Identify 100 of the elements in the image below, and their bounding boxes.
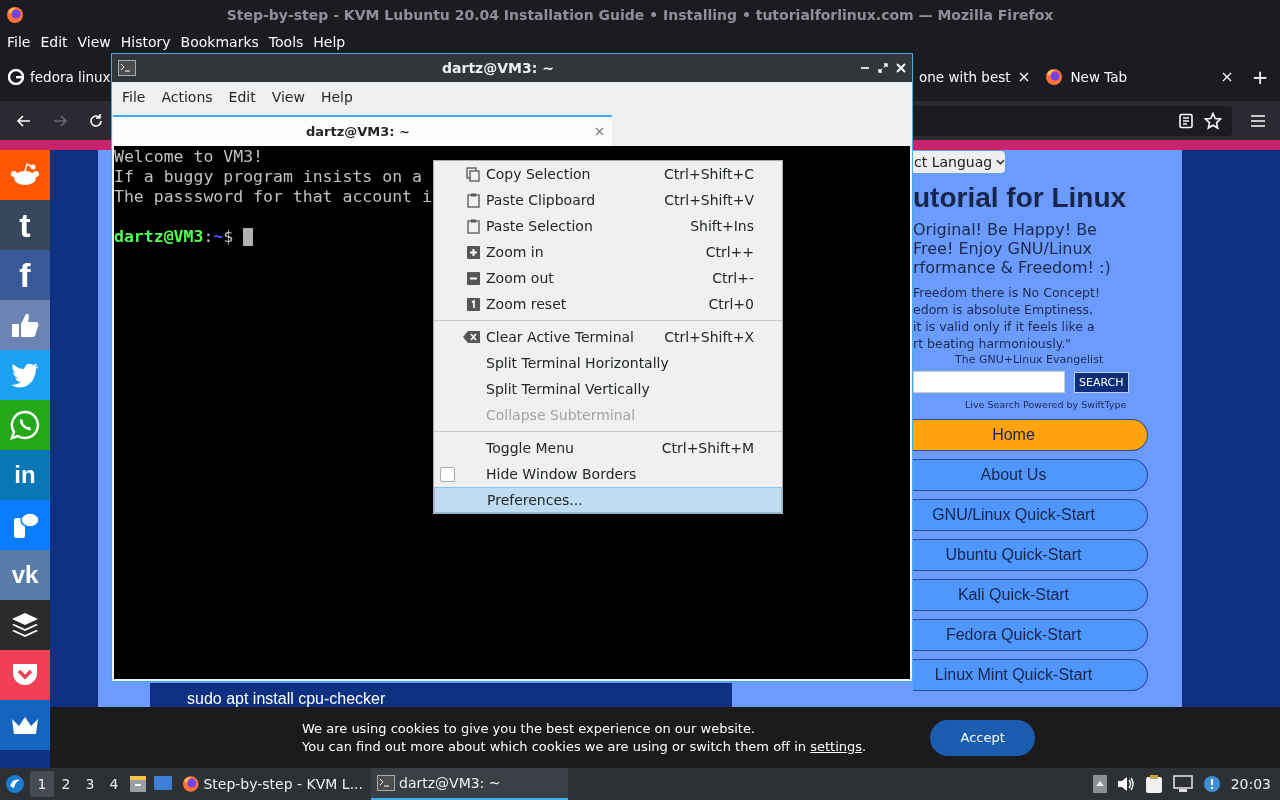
menu-item[interactable]: File [114, 89, 154, 105]
terminal-line: If a buggy program insists on a [114, 167, 422, 187]
menu-item[interactable]: Clear Active Terminal Ctrl+Shift+X [434, 324, 782, 350]
nav-button[interactable]: Home [913, 419, 1148, 451]
menu-item[interactable]: Toggle Menu Ctrl+Shift+M [434, 435, 782, 461]
share-button[interactable]: t [0, 200, 50, 250]
browser-tab[interactable]: fedora linux [0, 59, 111, 95]
taskbar-button[interactable]: dartz@VM3: ~ [371, 768, 568, 800]
terminal-line: Welcome to VM3! [114, 147, 263, 167]
menu-icon[interactable] [1250, 113, 1266, 128]
share-button[interactable]: vk [0, 550, 50, 600]
nav-button[interactable]: Ubuntu Quick-Start [913, 539, 1148, 571]
plus-square-icon [467, 245, 480, 259]
reset-square-icon [467, 297, 480, 311]
reader-view-icon[interactable] [1178, 112, 1194, 129]
monitor-icon[interactable] [1172, 775, 1193, 793]
start-menu-icon[interactable] [5, 774, 25, 794]
clock: 20:03 [1230, 776, 1271, 792]
clipboard-icon[interactable] [1144, 774, 1163, 794]
shell-prompt: dartz@VM3:~$ [114, 227, 234, 247]
window-title: dartz@VM3: ~ [441, 60, 555, 76]
menu-item[interactable]: Bookmarks [175, 33, 264, 50]
language-select[interactable]: ct Languag [913, 151, 1005, 173]
layers-icon [11, 612, 39, 638]
thumbs-up-icon [10, 311, 40, 339]
forward-icon[interactable] [52, 112, 68, 129]
taskbar-button[interactable]: Step-by-step - KVM L... [176, 768, 369, 800]
checkbox[interactable] [440, 466, 455, 482]
phone-bubble-icon [10, 410, 40, 440]
menu-item[interactable]: Paste Selection Shift+Ins [434, 213, 782, 239]
nav-button[interactable]: About Us [913, 459, 1148, 491]
share-button[interactable]: in [0, 450, 50, 500]
clipboard-icon [467, 218, 480, 234]
menu-item[interactable]: Hide Window Borders [434, 461, 782, 487]
menu-item[interactable]: Help [308, 33, 351, 50]
select-label: ct Languag [914, 154, 993, 170]
menu-item[interactable]: Edit [220, 89, 264, 105]
workspace-button[interactable]: 2 [54, 771, 78, 797]
menu-item[interactable]: Zoom out Ctrl+- [434, 265, 782, 291]
menu-item[interactable]: Edit [35, 33, 73, 50]
minus-square-icon [467, 271, 480, 285]
bird-icon [10, 362, 40, 388]
nav-button[interactable]: Linux Mint Quick-Start [913, 659, 1148, 691]
maximize-icon[interactable] [878, 63, 888, 73]
text-cursor [243, 228, 254, 246]
menu-item[interactable]: Zoom in Ctrl++ [434, 239, 782, 265]
browser-logo-icon [182, 775, 200, 793]
menu-item[interactable]: History [115, 33, 176, 50]
menu-item[interactable]: Tools [263, 33, 309, 50]
nav-button[interactable]: Fedora Quick-Start [913, 619, 1148, 651]
copy-icon [466, 166, 480, 182]
address-bar[interactable] [911, 105, 1232, 136]
nav-button[interactable]: Kali Quick-Start [913, 579, 1148, 611]
tab-label: fedora linux [30, 69, 111, 85]
menu-item[interactable]: Split Terminal Horizontally [434, 350, 782, 376]
menu-item[interactable]: Actions [153, 89, 221, 105]
menu-item[interactable]: Split Terminal Vertically [434, 376, 782, 402]
desktop-icon[interactable] [153, 775, 173, 791]
menu-item[interactable]: File [2, 33, 36, 50]
tab-label: New Tab [1070, 69, 1128, 85]
file-cabinet-icon[interactable] [129, 775, 147, 793]
search-note: Live Search Powered by SwiftType [964, 399, 1128, 410]
back-icon[interactable] [16, 112, 32, 129]
nav-button[interactable]: GNU/Linux Quick-Start [913, 499, 1148, 531]
speaker-icon[interactable] [1116, 776, 1135, 792]
browser-tab[interactable]: one with best [910, 59, 1037, 95]
terminal-tab[interactable]: dartz@VM3: ~ [113, 115, 612, 146]
star-icon[interactable] [1204, 111, 1222, 130]
search-field[interactable] [913, 371, 1065, 393]
menu-item[interactable]: Help [312, 89, 361, 105]
new-tab-button[interactable]: + [1240, 65, 1280, 89]
tab-label: one with best [918, 69, 1011, 85]
share-button[interactable]: f [0, 250, 50, 300]
menu-item[interactable]: Paste Clipboard Ctrl+Shift+V [434, 187, 782, 213]
favicon-icon [8, 69, 24, 85]
workspace-button[interactable]: 4 [102, 771, 126, 797]
browser-logo-icon [1044, 68, 1063, 86]
workspace-button[interactable]: 3 [78, 771, 102, 797]
clipboard-icon [467, 192, 480, 208]
notification-icon[interactable] [1202, 775, 1221, 793]
browser-tab[interactable]: New Tab [1036, 59, 1241, 95]
terminal-icon [377, 775, 395, 791]
quote-text: Freedom there is No Concept! edom is absolute Emptiness, it is valid only if it feels like a rt beating harmoniously." [912, 284, 1101, 352]
alien-head-icon [10, 162, 40, 188]
accept-button[interactable]: Accept [930, 719, 1036, 756]
menu-item[interactable]: Copy Selection Ctrl+Shift+C [434, 161, 782, 187]
menu-item[interactable]: Zoom reset Ctrl+0 [434, 291, 782, 317]
workspace-button[interactable]: 1 [30, 771, 54, 797]
reload-icon[interactable] [88, 112, 104, 129]
tab-label: dartz@VM3: ~ [305, 124, 411, 139]
quote-author: The GNU+Linux Evangelist [954, 353, 1105, 366]
chevron-down-icon [996, 158, 1005, 166]
menu-item[interactable]: View [72, 33, 116, 50]
menu-item[interactable]: Preferences... [434, 487, 782, 513]
tagline: Original! Be Happy! Be Free! Enjoy GNU/Linux rformance & Freedom! :) [912, 220, 1112, 277]
shield-chevron-icon [11, 662, 39, 688]
search-button[interactable]: SEARCH [1074, 371, 1129, 393]
share-button[interactable] [0, 600, 50, 650]
menu-item[interactable]: View [263, 89, 313, 105]
crown-icon [11, 715, 39, 735]
